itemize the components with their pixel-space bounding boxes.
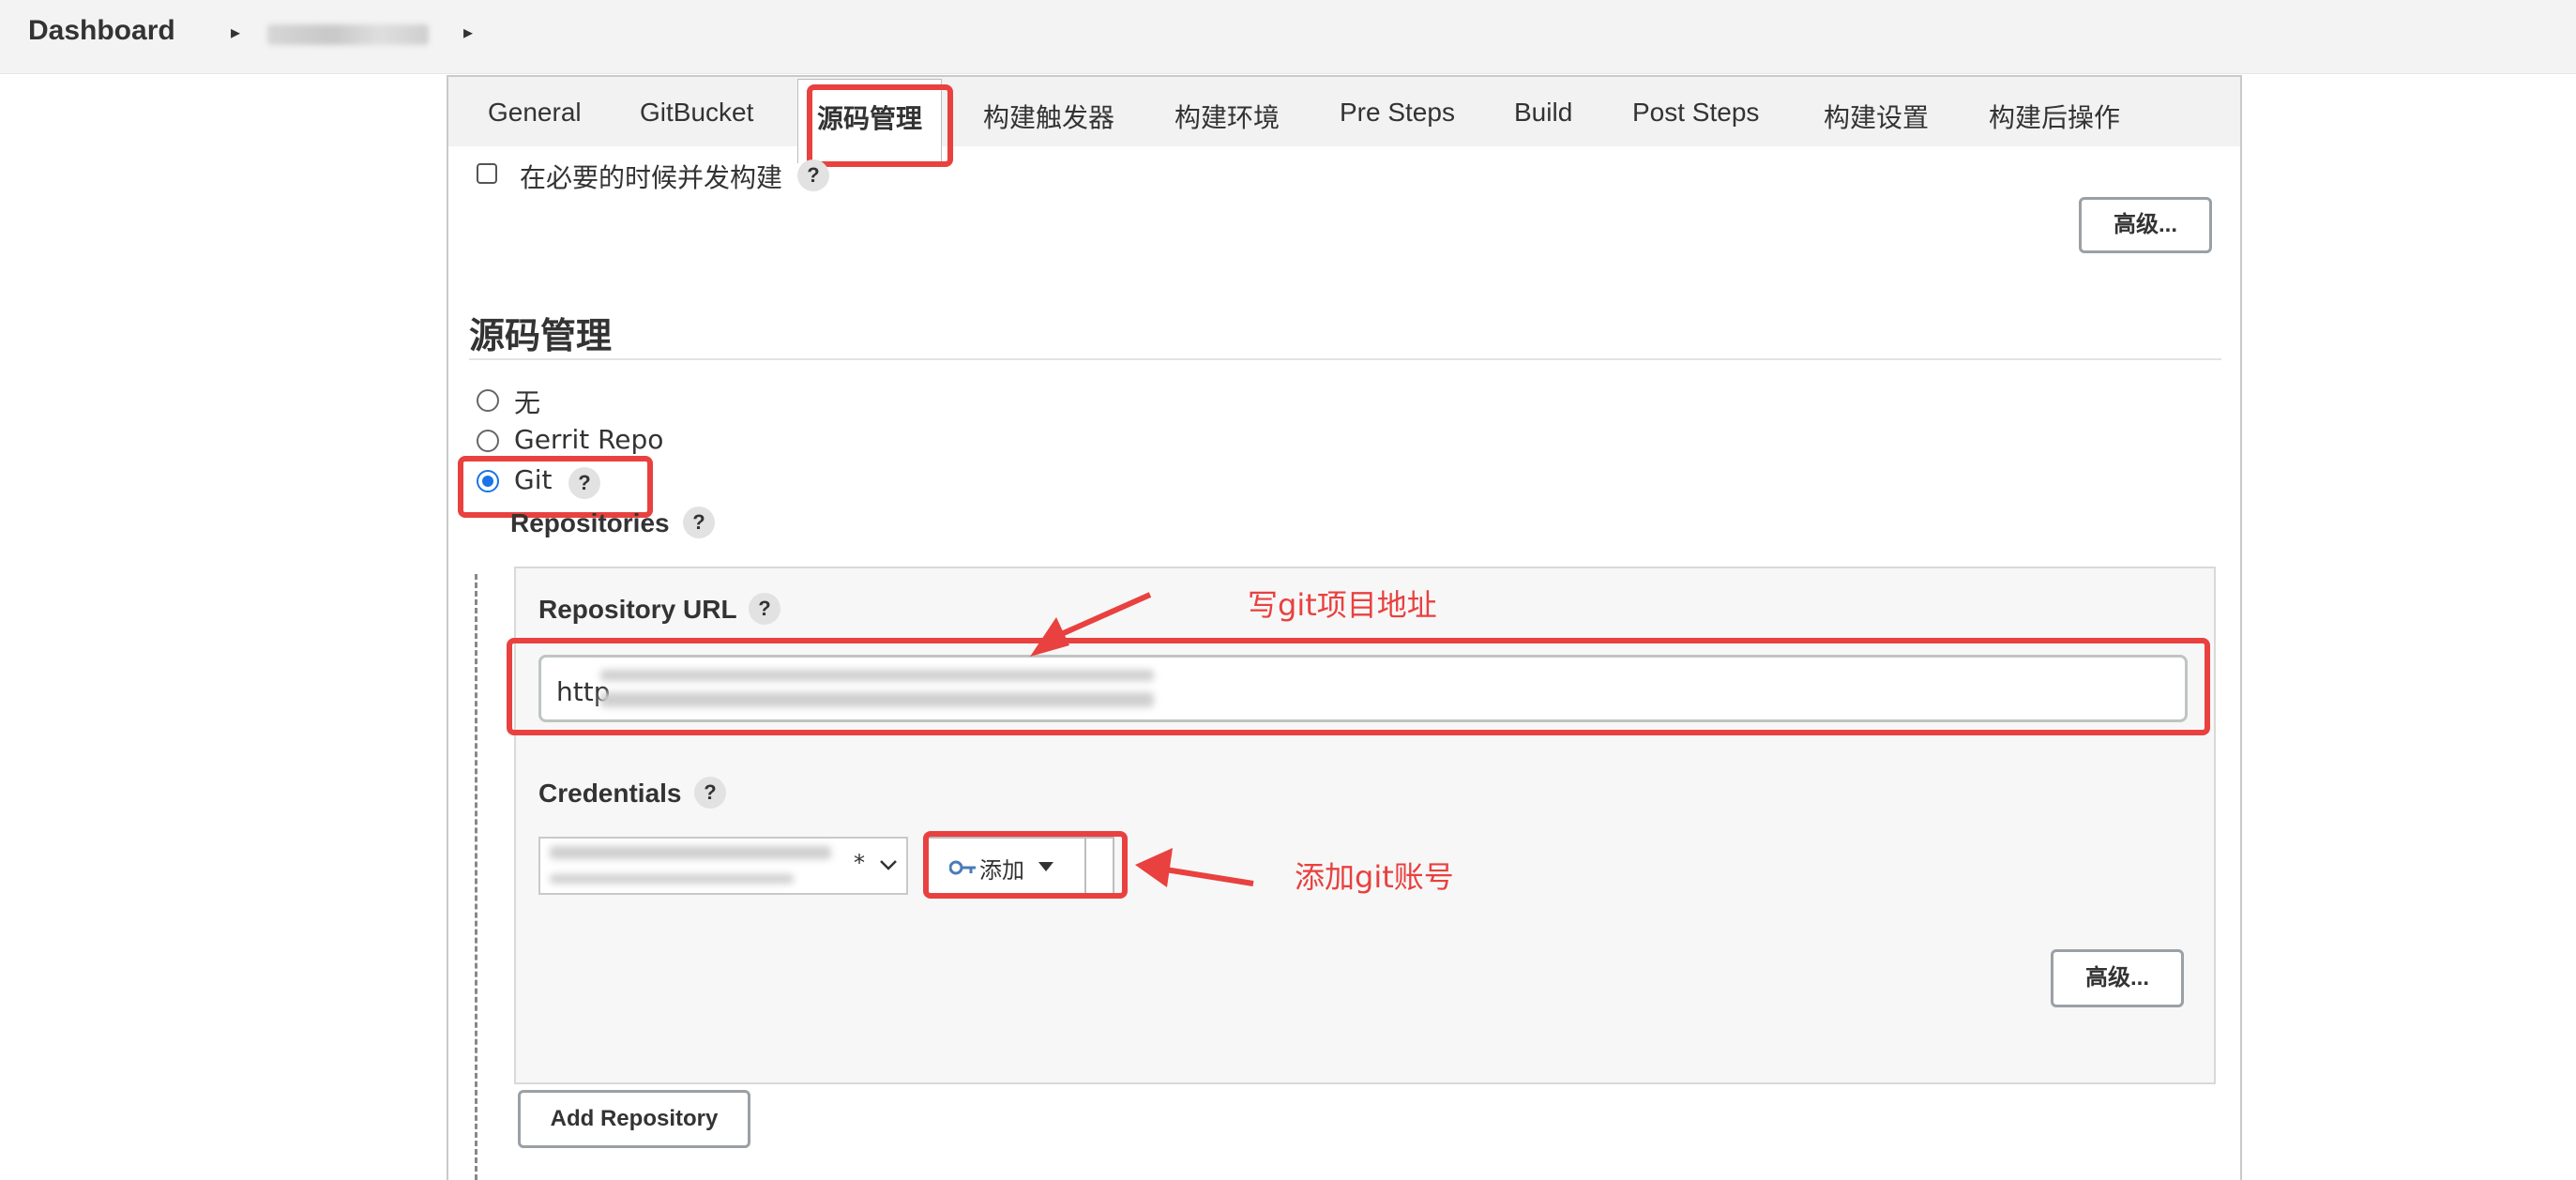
arrow-to-url-icon (1030, 592, 1152, 657)
annotation-url-note: 写git项目地址 (1248, 587, 1437, 623)
arrow-to-add-button-icon (1135, 848, 1254, 887)
annotation-credentials-note: 添加git账号 (1295, 859, 1454, 895)
